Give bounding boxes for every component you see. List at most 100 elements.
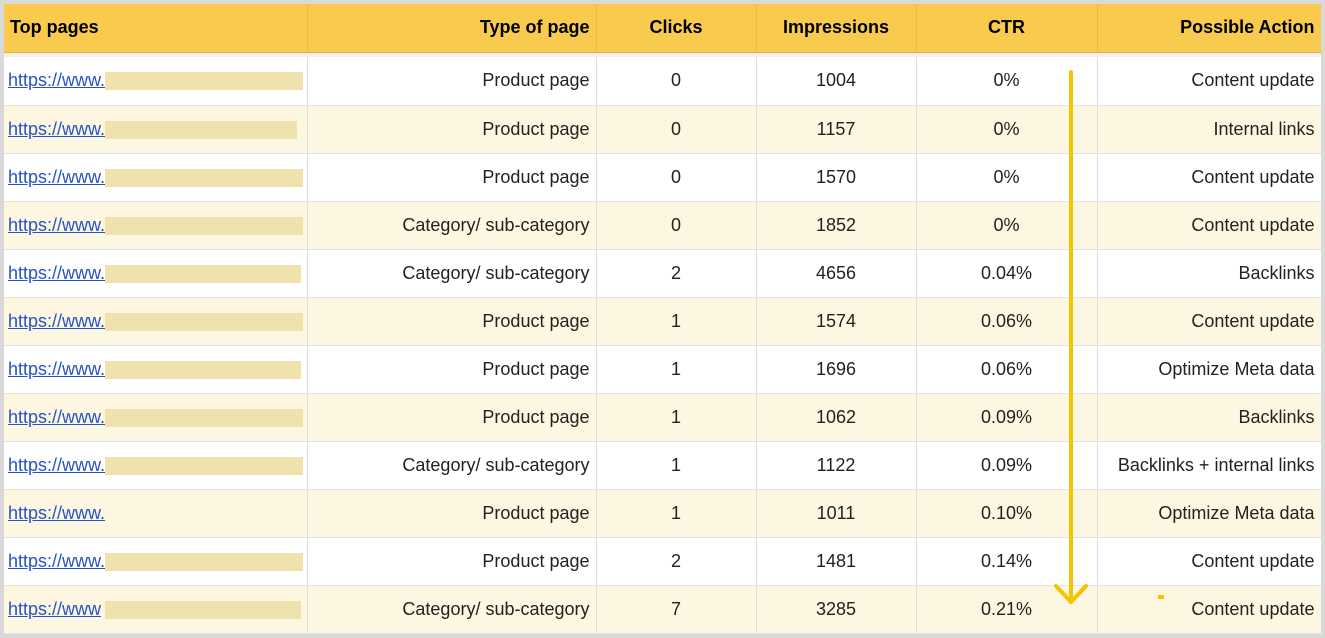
page-url-link[interactable]: https://www. bbox=[8, 311, 105, 331]
clicks-cell: 0 bbox=[596, 201, 757, 250]
page-url-link[interactable]: https://www. bbox=[8, 359, 105, 379]
url-cell: https://www. bbox=[4, 297, 308, 346]
url-cell: https://www. bbox=[4, 153, 308, 202]
table-row: https://www. Product page 1 1574 0.06% Conten… bbox=[4, 297, 1321, 346]
action-cell: Backlinks + internal links bbox=[1097, 441, 1321, 490]
table-row: https://www. Product page 1 1696 0.06% Optimi… bbox=[4, 345, 1321, 394]
redacted-url-mask bbox=[105, 552, 303, 571]
header-top-pages[interactable]: Top pages bbox=[4, 4, 308, 53]
clicks-cell: 1 bbox=[596, 297, 757, 346]
type-cell: Category/ sub-category bbox=[307, 249, 597, 298]
ctr-cell: 0.14% bbox=[916, 537, 1098, 586]
header-ctr[interactable]: CTR bbox=[916, 4, 1098, 53]
redacted-url-mask bbox=[105, 72, 303, 90]
header-possible-action[interactable]: Possible Action bbox=[1097, 4, 1321, 53]
action-cell: Backlinks bbox=[1097, 249, 1321, 298]
redacted-url-mask bbox=[105, 360, 301, 379]
impressions-cell: 1574 bbox=[756, 297, 917, 346]
impressions-cell: 1062 bbox=[756, 393, 917, 442]
page-url-link[interactable]: https://www. bbox=[8, 407, 105, 427]
clicks-cell: 1 bbox=[596, 345, 757, 394]
page-url-link[interactable]: https://www. bbox=[8, 167, 105, 187]
url-cell: https://www. bbox=[4, 537, 308, 586]
clicks-cell: 1 bbox=[596, 393, 757, 442]
page-url-link[interactable]: https://www. bbox=[8, 503, 105, 523]
type-cell: Product page bbox=[307, 393, 597, 442]
url-cell: https://www. bbox=[4, 201, 308, 250]
page-url-link[interactable]: https://www bbox=[8, 599, 101, 619]
redacted-url-mask bbox=[105, 120, 297, 139]
type-cell: Product page bbox=[307, 57, 597, 106]
spreadsheet: Top pages Type of page Clicks Impression… bbox=[4, 4, 1321, 634]
url-cell: https://www bbox=[4, 585, 308, 634]
table-row: https://www. Product page 0 1004 0% Content u… bbox=[4, 57, 1321, 106]
type-cell: Category/ sub-category bbox=[307, 585, 597, 634]
page-url-link[interactable]: https://www. bbox=[8, 551, 105, 571]
ctr-cell: 0.04% bbox=[916, 249, 1098, 298]
ctr-cell: 0% bbox=[916, 153, 1098, 202]
action-cell: Content update bbox=[1097, 297, 1321, 346]
url-cell: https://www. bbox=[4, 57, 308, 106]
header-clicks[interactable]: Clicks bbox=[596, 4, 757, 53]
page-url-link[interactable]: https://www. bbox=[8, 119, 105, 139]
top-pages-table: Top pages Type of page Clicks Impression… bbox=[4, 4, 1321, 634]
table-row: https://www. Category/ sub-category 1 1122 0… bbox=[4, 441, 1321, 490]
header-impressions[interactable]: Impressions bbox=[756, 4, 917, 53]
type-cell: Product page bbox=[307, 489, 597, 538]
url-cell: https://www. bbox=[4, 489, 308, 538]
redacted-url-mask bbox=[105, 408, 303, 427]
action-cell: Optimize Meta data bbox=[1097, 489, 1321, 538]
action-cell: Content update bbox=[1097, 585, 1321, 634]
ctr-cell: 0.10% bbox=[916, 489, 1098, 538]
impressions-cell: 1570 bbox=[756, 153, 917, 202]
table-row: https://www. Product page 0 1157 0% Internal … bbox=[4, 105, 1321, 154]
impressions-cell: 3285 bbox=[756, 585, 917, 634]
url-cell: https://www. bbox=[4, 441, 308, 490]
impressions-cell: 1696 bbox=[756, 345, 917, 394]
redacted-url-mask bbox=[105, 456, 303, 475]
impressions-cell: 1481 bbox=[756, 537, 917, 586]
page-url-link[interactable]: https://www. bbox=[8, 70, 105, 90]
clicks-cell: 1 bbox=[596, 441, 757, 490]
action-cell: Content update bbox=[1097, 57, 1321, 106]
action-cell: Optimize Meta data bbox=[1097, 345, 1321, 394]
clicks-cell: 0 bbox=[596, 57, 757, 106]
redacted-url-mask bbox=[105, 312, 303, 331]
type-cell: Category/ sub-category bbox=[307, 441, 597, 490]
table-row: https://www. Product page 1 1062 0.09% Backli… bbox=[4, 393, 1321, 442]
impressions-cell: 4656 bbox=[756, 249, 917, 298]
action-cell: Content update bbox=[1097, 537, 1321, 586]
clicks-cell: 2 bbox=[596, 537, 757, 586]
header-type-of-page[interactable]: Type of page bbox=[307, 4, 597, 53]
redacted-url-mask bbox=[105, 168, 303, 187]
url-cell: https://www. bbox=[4, 393, 308, 442]
page-url-link[interactable]: https://www. bbox=[8, 215, 105, 235]
type-cell: Product page bbox=[307, 153, 597, 202]
ctr-cell: 0% bbox=[916, 105, 1098, 154]
type-cell: Product page bbox=[307, 537, 597, 586]
ctr-cell: 0.21% bbox=[916, 585, 1098, 634]
table-row: https://www Category/ sub-category 7 3285 0.… bbox=[4, 585, 1321, 634]
page-url-link[interactable]: https://www. bbox=[8, 263, 105, 283]
page-url-link[interactable]: https://www. bbox=[8, 455, 105, 475]
impressions-cell: 1004 bbox=[756, 57, 917, 106]
url-cell: https://www. bbox=[4, 249, 308, 298]
redacted-url-mask bbox=[105, 216, 303, 235]
clicks-cell: 7 bbox=[596, 585, 757, 634]
table-row: https://www. Product page 0 1570 0% Content u… bbox=[4, 153, 1321, 202]
ctr-cell: 0% bbox=[916, 57, 1098, 106]
ctr-cell: 0% bbox=[916, 201, 1098, 250]
ctr-cell: 0.06% bbox=[916, 345, 1098, 394]
ctr-cell: 0.06% bbox=[916, 297, 1098, 346]
action-cell: Backlinks bbox=[1097, 393, 1321, 442]
type-cell: Product page bbox=[307, 345, 597, 394]
url-cell: https://www. bbox=[4, 345, 308, 394]
impressions-cell: 1157 bbox=[756, 105, 917, 154]
redacted-url-mask bbox=[105, 264, 301, 283]
clicks-cell: 2 bbox=[596, 249, 757, 298]
impressions-cell: 1122 bbox=[756, 441, 917, 490]
clicks-cell: 0 bbox=[596, 105, 757, 154]
action-cell: Content update bbox=[1097, 201, 1321, 250]
impressions-cell: 1852 bbox=[756, 201, 917, 250]
table-row: https://www. Category/ sub-category 2 4656 0… bbox=[4, 249, 1321, 298]
